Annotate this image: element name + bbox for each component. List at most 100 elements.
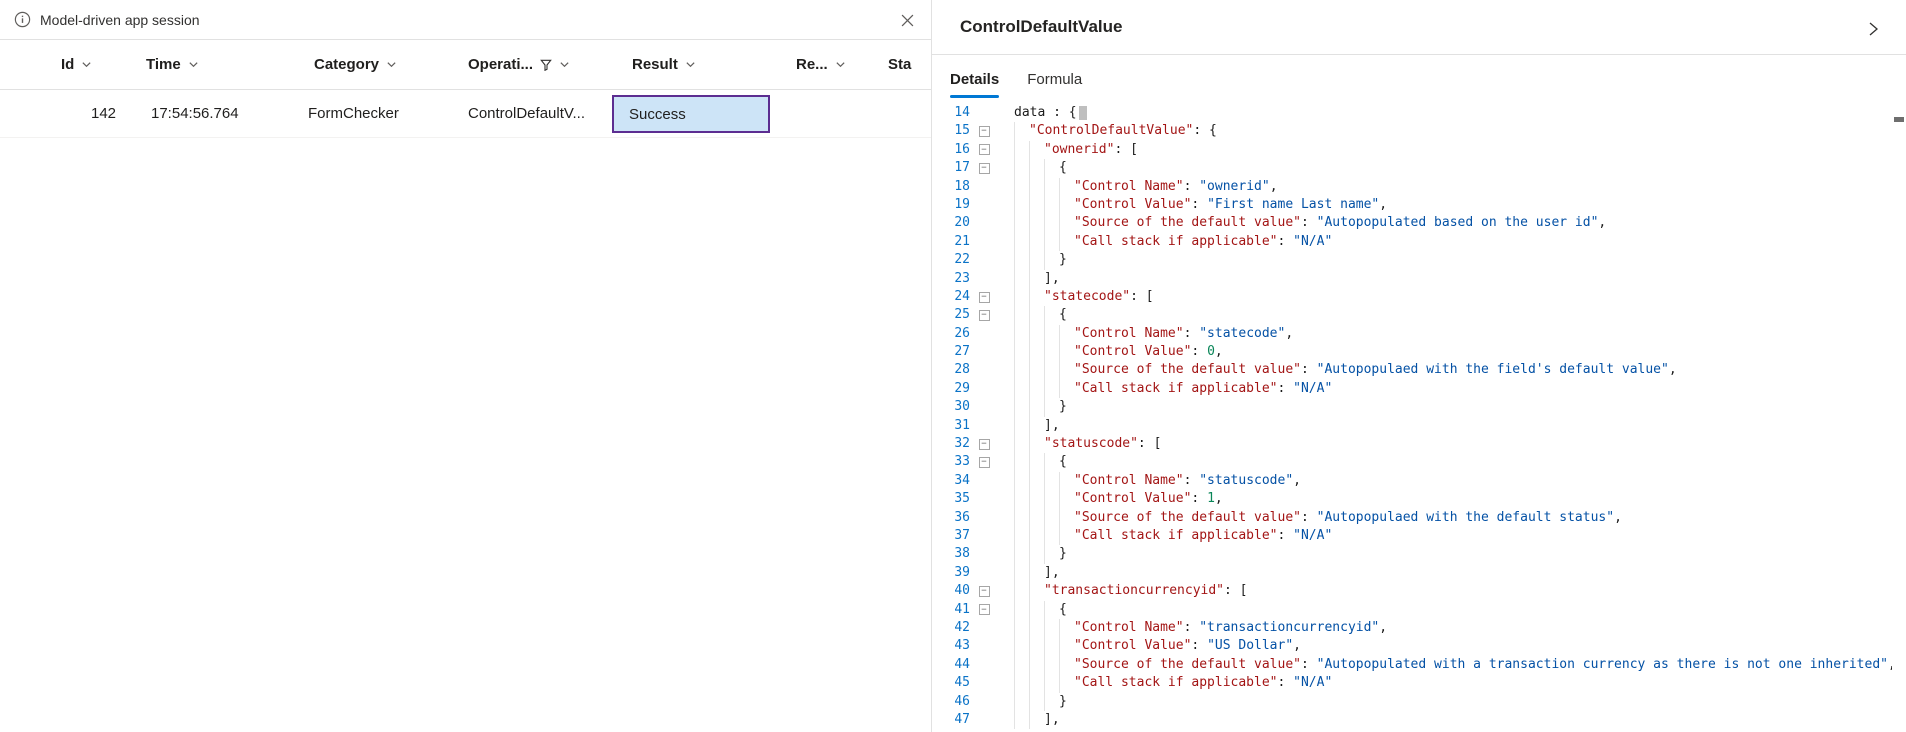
code-content: "statuscode": [ [1014, 435, 1161, 453]
fold-collapse-box[interactable]: − [979, 126, 990, 137]
line-number: 18 [932, 178, 970, 196]
result-cell-selected[interactable]: Success [612, 95, 770, 133]
fold-collapse-icon[interactable]: − [974, 144, 994, 155]
indent-guide [1044, 214, 1059, 232]
indent-guide [1014, 288, 1029, 306]
column-header-result[interactable]: Result [632, 40, 696, 89]
json-punct: ], [1044, 417, 1060, 435]
line-number: 38 [932, 545, 970, 563]
column-label: Sta [888, 56, 911, 73]
column-header-time[interactable]: Time [146, 40, 199, 89]
json-punct: , [1614, 509, 1622, 527]
editor-line: 38} [932, 545, 1906, 563]
code-content: "Control Name": "transactioncurrencyid", [1014, 619, 1387, 637]
indent-guide [1029, 509, 1044, 527]
json-punct: : [1184, 178, 1200, 196]
code-content: "Control Value": "US Dollar", [1014, 637, 1301, 655]
json-editor[interactable]: 14data : {15−"ControlDefaultValue": {16−… [932, 104, 1906, 732]
indent-guide [1014, 509, 1029, 527]
json-punct: : [1278, 233, 1294, 251]
json-punct: : [1191, 637, 1207, 655]
editor-line: 21"Call stack if applicable": "N/A" [932, 233, 1906, 251]
line-number: 19 [932, 196, 970, 214]
fold-collapse-box[interactable]: − [979, 586, 990, 597]
indent-guide [1014, 582, 1029, 600]
fold-collapse-box[interactable]: − [979, 457, 990, 468]
line-number: 26 [932, 325, 970, 343]
indent-guide [1044, 196, 1059, 214]
fold-collapse-icon[interactable]: − [974, 310, 994, 321]
column-header-category[interactable]: Category [314, 40, 397, 89]
json-number: 0 [1207, 343, 1215, 361]
editor-line: 35"Control Value": 1, [932, 490, 1906, 508]
fold-collapse-icon[interactable]: − [974, 292, 994, 303]
indent-guide [1044, 619, 1059, 637]
code-content: { [1014, 306, 1067, 324]
json-key: "Control Name" [1074, 178, 1184, 196]
fold-collapse-box[interactable]: − [979, 292, 990, 303]
fold-collapse-icon[interactable]: − [974, 126, 994, 137]
close-button[interactable] [897, 10, 917, 30]
json-key: "Source of the default value" [1074, 509, 1301, 527]
indent-guide [1044, 398, 1059, 416]
column-label: Re... [796, 56, 828, 73]
line-number: 40 [932, 582, 970, 600]
chevron-down-icon [835, 59, 846, 70]
code-content: ], [1014, 270, 1060, 288]
column-header-id[interactable]: Id [61, 40, 92, 89]
json-punct: , [1215, 490, 1223, 508]
json-punct: ], [1044, 270, 1060, 288]
code-content: "Control Name": "statecode", [1014, 325, 1293, 343]
editor-line: 25−{ [932, 306, 1906, 324]
indent-guide [1029, 601, 1044, 619]
fold-collapse-icon[interactable]: − [974, 457, 994, 468]
indent-guide [1029, 343, 1044, 361]
fold-collapse-icon[interactable]: − [974, 439, 994, 450]
indent-guide [1029, 178, 1044, 196]
tab-formula[interactable]: Formula [1017, 56, 1092, 103]
log-table-row[interactable]: 14217:54:56.764FormCheckerControlDefault… [0, 90, 931, 138]
code-content: } [1014, 693, 1067, 711]
fold-collapse-icon[interactable]: − [974, 586, 994, 597]
editor-line: 41−{ [932, 601, 1906, 619]
cell-category: FormChecker [308, 90, 399, 137]
fold-collapse-box[interactable]: − [979, 144, 990, 155]
indent-guide [1014, 490, 1029, 508]
fold-collapse-box[interactable]: − [979, 310, 990, 321]
editor-scrollbar[interactable] [1892, 104, 1906, 732]
indent-guide [1044, 674, 1059, 692]
code-content: } [1014, 545, 1067, 563]
fold-collapse-icon[interactable]: − [974, 604, 994, 615]
line-number: 31 [932, 417, 970, 435]
line-number: 34 [932, 472, 970, 490]
indent-guide [1044, 472, 1059, 490]
indent-guide [1029, 527, 1044, 545]
chevron-down-icon [386, 59, 397, 70]
json-key: "Control Value" [1074, 343, 1191, 361]
fold-collapse-box[interactable]: − [979, 163, 990, 174]
json-key: "Source of the default value" [1074, 361, 1301, 379]
text-cursor [1079, 106, 1087, 120]
column-header-sta[interactable]: Sta [888, 40, 911, 89]
json-string: "Autopopulated with a transaction curren… [1317, 656, 1888, 674]
fold-collapse-box[interactable]: − [979, 604, 990, 615]
json-punct: , [1270, 178, 1278, 196]
indent-guide [1014, 380, 1029, 398]
code-content: { [1014, 601, 1067, 619]
column-header-re[interactable]: Re... [796, 40, 846, 89]
json-punct: , [1669, 361, 1677, 379]
json-key: "statecode" [1044, 288, 1130, 306]
code-content: "ControlDefaultValue": { [1014, 122, 1217, 140]
fold-collapse-icon[interactable]: − [974, 163, 994, 174]
json-punct: { [1059, 453, 1067, 471]
fold-collapse-box[interactable]: − [979, 439, 990, 450]
code-content: "Call stack if applicable": "N/A" [1014, 527, 1332, 545]
chevron-right-icon[interactable] [1862, 18, 1884, 40]
indent-guide [1029, 435, 1044, 453]
line-number: 24 [932, 288, 970, 306]
code-content: { [1014, 159, 1067, 177]
tab-details[interactable]: Details [940, 56, 1009, 103]
column-header-operati[interactable]: Operati... [468, 40, 570, 89]
editor-line: 34"Control Name": "statuscode", [932, 472, 1906, 490]
indent-guide [1014, 693, 1029, 711]
